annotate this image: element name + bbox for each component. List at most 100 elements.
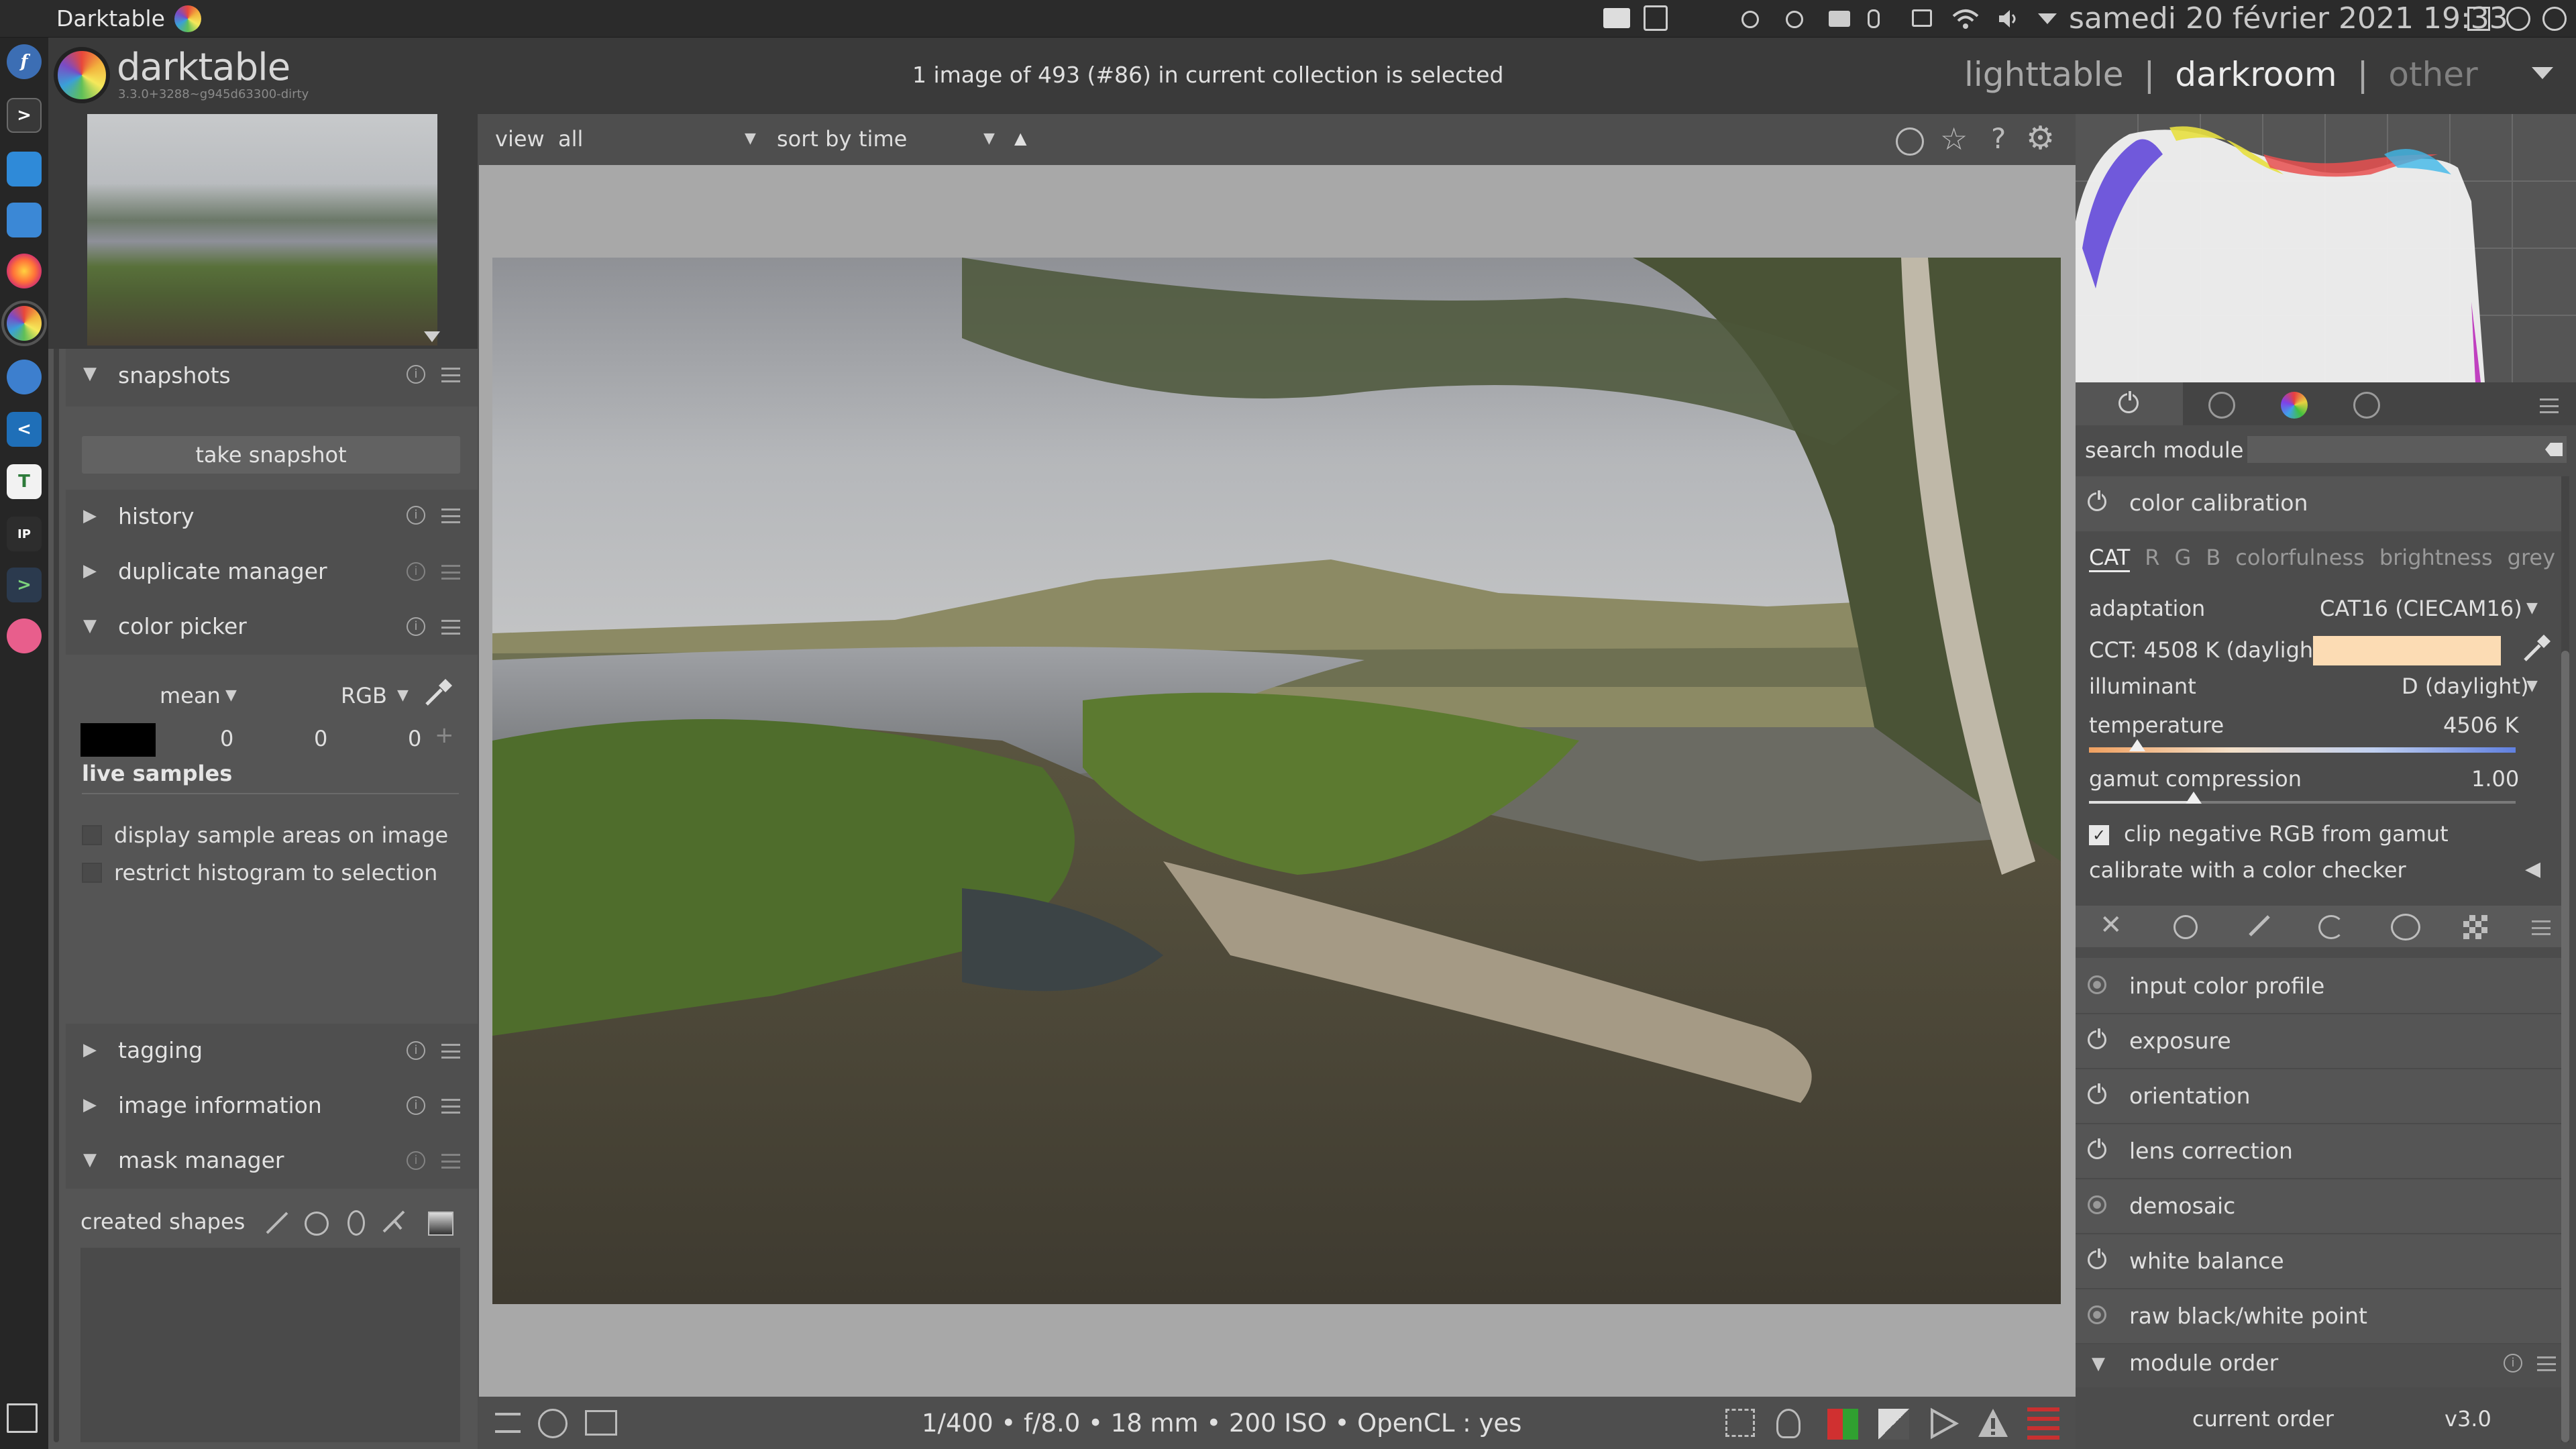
picker-mode-select[interactable]: mean <box>160 683 221 708</box>
color-labels-filter-icon[interactable] <box>1896 127 1924 156</box>
module-power-icon[interactable] <box>2088 1138 2106 1159</box>
chat-launcher-icon[interactable] <box>7 619 42 653</box>
presets-menu-icon[interactable] <box>441 620 460 635</box>
tab-brightness[interactable]: brightness <box>2379 545 2493 572</box>
view-dropdown-chevron-icon[interactable] <box>2532 67 2553 79</box>
zoom-dropdown-icon[interactable] <box>424 331 440 342</box>
software-store-launcher-icon[interactable] <box>7 152 42 186</box>
sort-direction-icon[interactable]: ▲ <box>1014 129 1026 148</box>
softproof-icon[interactable] <box>1928 1407 1960 1440</box>
fedora-launcher-icon[interactable]: f <box>7 44 42 79</box>
text-editor-launcher-icon[interactable]: T <box>7 464 42 499</box>
blend-raster-mask-icon[interactable] <box>2463 915 2487 939</box>
styles-icon[interactable] <box>538 1409 568 1438</box>
shapes-list[interactable] <box>80 1248 460 1442</box>
terminal-launcher-icon[interactable]: > <box>7 98 42 133</box>
preferences-gear-icon[interactable]: ⚙ <box>2026 119 2055 157</box>
second-window-icon[interactable] <box>585 1410 617 1436</box>
info-icon[interactable]: i <box>407 506 425 525</box>
info-icon[interactable]: i <box>2504 1354 2522 1373</box>
ellipse-shape-icon[interactable] <box>347 1210 365 1236</box>
left-panel-scrollbar[interactable] <box>54 342 59 1442</box>
view-darkroom[interactable]: darkroom <box>2175 55 2337 94</box>
main-image[interactable] <box>492 258 2061 1304</box>
show-desktop-icon[interactable] <box>2467 7 2490 31</box>
tab-cat[interactable]: CAT <box>2089 545 2131 572</box>
bluetooth-tray-icon[interactable] <box>1868 9 1880 28</box>
blend-parametric-mask-icon[interactable] <box>2318 915 2344 939</box>
focus-peaking-icon[interactable] <box>1725 1409 1755 1437</box>
blend-uniform-icon[interactable] <box>2174 915 2198 939</box>
info-icon[interactable]: i <box>407 1041 425 1060</box>
tab-effect-modules-icon[interactable] <box>2353 392 2380 419</box>
tab-b[interactable]: B <box>2206 545 2220 572</box>
view-lighttable[interactable]: lighttable <box>1964 55 2123 94</box>
tab-colorfulness[interactable]: colorfulness <box>2235 545 2365 572</box>
blend-off-icon[interactable]: ✕ <box>2100 910 2123 941</box>
view-other[interactable]: other <box>2388 55 2477 94</box>
sort-select[interactable]: time <box>859 126 907 152</box>
collapse-triangle-icon[interactable]: ▶ <box>83 1040 97 1060</box>
search-module-input[interactable] <box>2247 436 2567 463</box>
console-launcher-icon[interactable]: > <box>7 568 42 602</box>
user-icon[interactable] <box>2506 7 2530 31</box>
temperature-slider-handle[interactable] <box>2129 739 2145 751</box>
clip-negative-rgb-checkbox[interactable]: ✓ <box>2089 825 2109 845</box>
gamut-compression-slider-handle[interactable] <box>2186 792 2202 804</box>
volume-tray-icon[interactable] <box>1998 8 2018 30</box>
collapse-triangle-icon[interactable]: ▶ <box>83 561 97 581</box>
presets-menu-icon[interactable] <box>441 1044 460 1059</box>
presets-menu-icon[interactable] <box>441 1099 460 1114</box>
info-icon[interactable]: i <box>407 1096 425 1115</box>
ipython-launcher-icon[interactable]: IP <box>7 517 42 551</box>
vscode-launcher-icon[interactable]: < <box>7 412 42 447</box>
expand-triangle-icon[interactable]: ▼ <box>83 364 97 384</box>
tab-color-modules-icon[interactable] <box>2281 392 2308 419</box>
expand-triangle-icon[interactable]: ▼ <box>83 1150 97 1170</box>
adaptation-select[interactable]: CAT16 (CIECAM16) <box>2320 596 2522 621</box>
presets-menu-icon[interactable] <box>441 368 460 382</box>
picker-space-select[interactable]: RGB <box>341 683 387 708</box>
workspace-switcher-icon[interactable] <box>7 1403 38 1433</box>
illuminant-select[interactable]: D (daylight) <box>2402 674 2529 699</box>
histogram[interactable] <box>2076 114 2576 382</box>
presets-menu-icon[interactable] <box>441 565 460 580</box>
tray-menu-chevron-icon[interactable] <box>2038 13 2057 24</box>
guides-overlay-icon[interactable] <box>2027 1407 2059 1440</box>
sync-tray-icon[interactable] <box>1786 11 1803 28</box>
power-menu-icon[interactable] <box>2542 7 2567 31</box>
calibrate-color-checker-label[interactable]: calibrate with a color checker <box>2089 857 2406 883</box>
collapse-section-icon[interactable]: ◀ <box>2525 857 2540 881</box>
restrict-histogram-checkbox[interactable] <box>82 863 102 883</box>
thunderbird-launcher-icon[interactable] <box>7 360 42 394</box>
presets-menu-icon[interactable] <box>2537 1356 2556 1371</box>
raw-overexposed-icon[interactable] <box>1827 1409 1858 1440</box>
blend-combined-mask-icon[interactable] <box>2391 914 2420 941</box>
module-power-icon[interactable] <box>2088 1248 2106 1269</box>
temperature-slider[interactable] <box>2089 747 2516 753</box>
color-assessment-icon[interactable] <box>1776 1409 1801 1438</box>
add-sample-icon[interactable]: + <box>435 722 454 749</box>
battery-tray-icon[interactable] <box>1829 11 1850 27</box>
tab-g[interactable]: G <box>2175 545 2192 572</box>
clipping-indicator-icon[interactable] <box>1878 1409 1909 1440</box>
module-power-icon[interactable] <box>2088 1028 2106 1049</box>
tab-r[interactable]: R <box>2145 545 2159 572</box>
gamut-check-icon[interactable] <box>1976 1406 2010 1440</box>
display-sample-areas-checkbox[interactable] <box>82 825 102 845</box>
screenshot-tray-icon[interactable] <box>1644 5 1668 31</box>
illuminant-color-swatch[interactable] <box>2313 636 2501 665</box>
tab-grey[interactable]: grey <box>2508 545 2555 572</box>
file-manager-launcher-icon[interactable] <box>7 203 42 237</box>
darktable-launcher-icon[interactable] <box>1 301 47 346</box>
wifi-tray-icon[interactable] <box>1952 8 1979 30</box>
display-tray-icon[interactable] <box>1912 9 1932 27</box>
presets-menu-icon[interactable] <box>441 1154 460 1169</box>
window-tray-icon[interactable] <box>1603 8 1630 28</box>
collapse-triangle-icon[interactable]: ▶ <box>83 506 97 526</box>
color-picker-pipette-icon[interactable] <box>421 676 455 710</box>
circle-shape-icon[interactable] <box>305 1212 329 1236</box>
gradient-shape-icon[interactable] <box>428 1212 453 1236</box>
info-icon[interactable]: i <box>407 617 425 636</box>
illuminant-picker-icon[interactable] <box>2521 633 2552 664</box>
